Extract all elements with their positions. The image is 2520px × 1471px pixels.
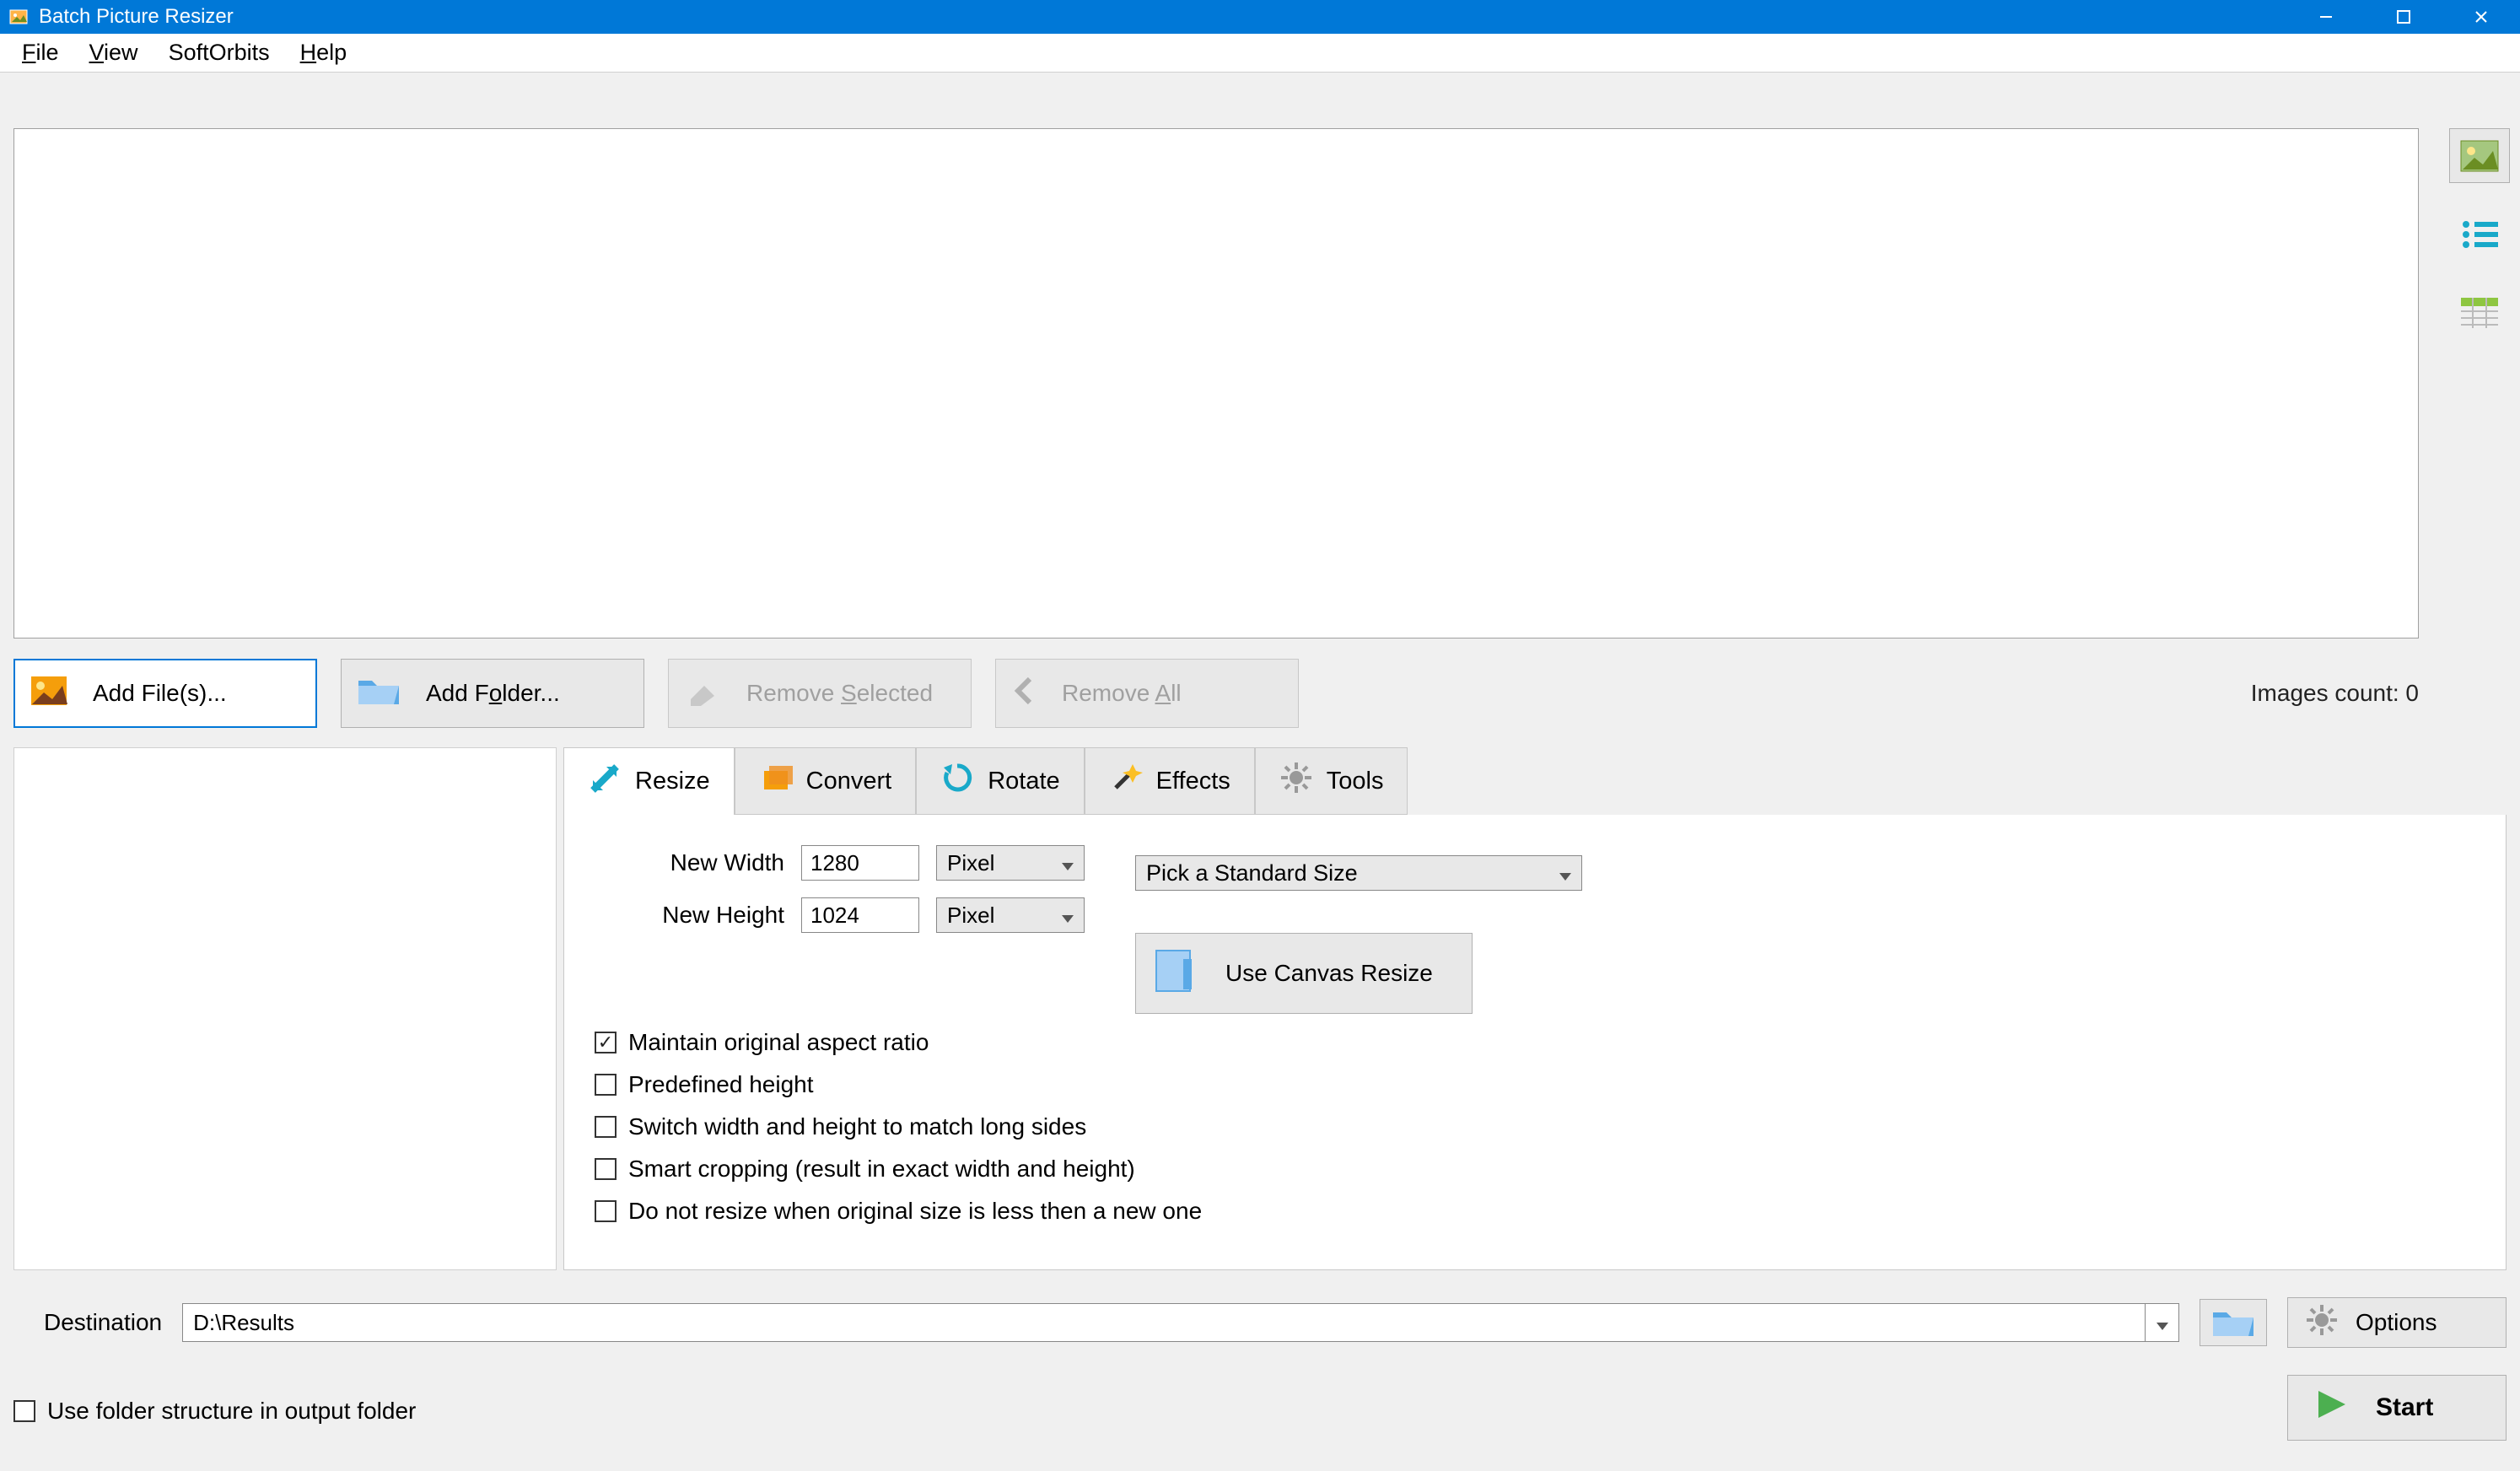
chevron-down-icon: [1062, 850, 1074, 876]
predefined-height-label: Predefined height: [628, 1071, 814, 1098]
app-title: Batch Picture Resizer: [39, 5, 234, 29]
tab-rotate-label: Rotate: [988, 768, 1059, 795]
destination-dropdown[interactable]: [2145, 1304, 2178, 1341]
chevron-down-icon: [1062, 903, 1074, 929]
menu-help[interactable]: Help: [285, 36, 363, 69]
add-file-label: Add File(s)...: [93, 680, 227, 707]
canvas-resize-button[interactable]: Use Canvas Resize: [1135, 933, 1473, 1014]
menu-bar: File View SoftOrbits Help: [0, 34, 2520, 73]
folder-structure-label: Use folder structure in output folder: [47, 1398, 416, 1425]
maintain-ratio-row[interactable]: Maintain original aspect ratio: [595, 1029, 2475, 1056]
menu-view[interactable]: View: [74, 36, 153, 69]
add-file-button[interactable]: Add File(s)...: [13, 659, 317, 728]
tab-tools-label: Tools: [1327, 768, 1384, 795]
remove-all-button[interactable]: Remove All: [995, 659, 1299, 728]
remove-selected-label: Remove Selected: [746, 680, 933, 707]
view-mode-buttons: [2449, 128, 2510, 340]
canvas-icon: [1153, 947, 1200, 1000]
no-resize-small-label: Do not resize when original size is less…: [628, 1198, 1202, 1225]
destination-field[interactable]: [182, 1303, 2179, 1342]
chevron-left-icon: [1011, 676, 1037, 712]
predefined-height-row[interactable]: Predefined height: [595, 1071, 2475, 1098]
eraser-icon: [684, 676, 721, 712]
chevron-down-icon: [1559, 860, 1571, 886]
add-folder-button[interactable]: Add Folder...: [341, 659, 644, 728]
tab-convert-label: Convert: [806, 768, 892, 795]
work-area: Add File(s)... Add Folder... Remove Sele…: [0, 73, 2520, 1471]
options-button[interactable]: Options: [2287, 1297, 2507, 1348]
add-folder-label: Add Folder...: [426, 680, 560, 707]
tools-icon: [1279, 761, 1313, 801]
tab-resize-label: Resize: [635, 768, 710, 795]
window-controls: [2287, 0, 2520, 34]
image-icon: [30, 676, 67, 712]
folder-structure-checkbox[interactable]: [13, 1400, 35, 1422]
no-resize-small-checkbox[interactable]: [595, 1200, 617, 1222]
effects-icon: [1109, 761, 1143, 801]
width-label: New Width: [595, 849, 784, 876]
options-panel: Resize Convert Rotate Effects Tools: [13, 747, 2507, 1270]
view-list-button[interactable]: [2449, 207, 2510, 261]
menu-file[interactable]: File: [7, 36, 74, 69]
minimize-button[interactable]: [2287, 0, 2365, 34]
close-button[interactable]: [2442, 0, 2520, 34]
chevron-down-icon: [2157, 1309, 2168, 1336]
resize-icon: [588, 762, 622, 802]
file-actions-bar: Add File(s)... Add Folder... Remove Sele…: [13, 656, 2419, 730]
tab-resize[interactable]: Resize: [563, 747, 735, 815]
width-unit-select[interactable]: Pixel: [936, 845, 1085, 881]
switch-sides-checkbox[interactable]: [595, 1116, 617, 1138]
canvas-resize-label: Use Canvas Resize: [1225, 960, 1433, 987]
height-unit-select[interactable]: Pixel: [936, 897, 1085, 933]
maximize-button[interactable]: [2365, 0, 2442, 34]
smart-crop-row[interactable]: Smart cropping (result in exact width an…: [595, 1156, 2475, 1183]
tab-rotate[interactable]: Rotate: [916, 747, 1084, 815]
height-input[interactable]: [801, 897, 919, 933]
play-icon: [2313, 1386, 2350, 1430]
rotate-icon: [940, 761, 974, 801]
convert-icon: [759, 761, 793, 801]
predefined-height-checkbox[interactable]: [595, 1074, 617, 1096]
height-label: New Height: [595, 902, 784, 929]
tab-effects-label: Effects: [1156, 768, 1230, 795]
width-input[interactable]: [801, 845, 919, 881]
tab-effects[interactable]: Effects: [1085, 747, 1255, 815]
smart-crop-checkbox[interactable]: [595, 1158, 617, 1180]
bottom-bar: Destination Options Use folder structure…: [13, 1297, 2507, 1458]
images-count-label: Images count: 0: [2251, 680, 2419, 707]
right-panel: Resize Convert Rotate Effects Tools: [563, 747, 2507, 1270]
view-details-button[interactable]: [2449, 285, 2510, 340]
start-button[interactable]: Start: [2287, 1375, 2507, 1441]
maintain-ratio-checkbox[interactable]: [595, 1032, 617, 1053]
remove-all-label: Remove All: [1062, 680, 1182, 707]
gear-icon: [2305, 1303, 2339, 1343]
no-resize-small-row[interactable]: Do not resize when original size is less…: [595, 1198, 2475, 1225]
smart-crop-label: Smart cropping (result in exact width an…: [628, 1156, 1135, 1183]
browse-destination-button[interactable]: [2200, 1299, 2267, 1346]
standard-size-select[interactable]: Pick a Standard Size: [1135, 855, 1582, 891]
start-label: Start: [2376, 1393, 2433, 1422]
maintain-ratio-label: Maintain original aspect ratio: [628, 1029, 929, 1056]
options-label: Options: [2356, 1309, 2437, 1336]
switch-sides-row[interactable]: Switch width and height to match long si…: [595, 1113, 2475, 1140]
remove-selected-button[interactable]: Remove Selected: [668, 659, 972, 728]
folder-structure-row[interactable]: Use folder structure in output folder: [13, 1382, 416, 1441]
app-icon: [8, 7, 29, 27]
resize-tab-panel: New Width Pixel New Height Pixel Pick a …: [563, 815, 2507, 1270]
folder-icon: [357, 674, 401, 714]
destination-label: Destination: [44, 1309, 162, 1336]
switch-sides-label: Switch width and height to match long si…: [628, 1113, 1086, 1140]
tab-tools[interactable]: Tools: [1255, 747, 1408, 815]
view-thumbnail-button[interactable]: [2449, 128, 2510, 183]
left-panel: [13, 747, 557, 1270]
tab-convert[interactable]: Convert: [735, 747, 917, 815]
destination-input[interactable]: [183, 1304, 2145, 1341]
tab-strip: Resize Convert Rotate Effects Tools: [563, 747, 2507, 815]
title-bar: Batch Picture Resizer: [0, 0, 2520, 34]
image-preview-area[interactable]: [13, 128, 2419, 639]
menu-softorbits[interactable]: SoftOrbits: [153, 36, 285, 69]
